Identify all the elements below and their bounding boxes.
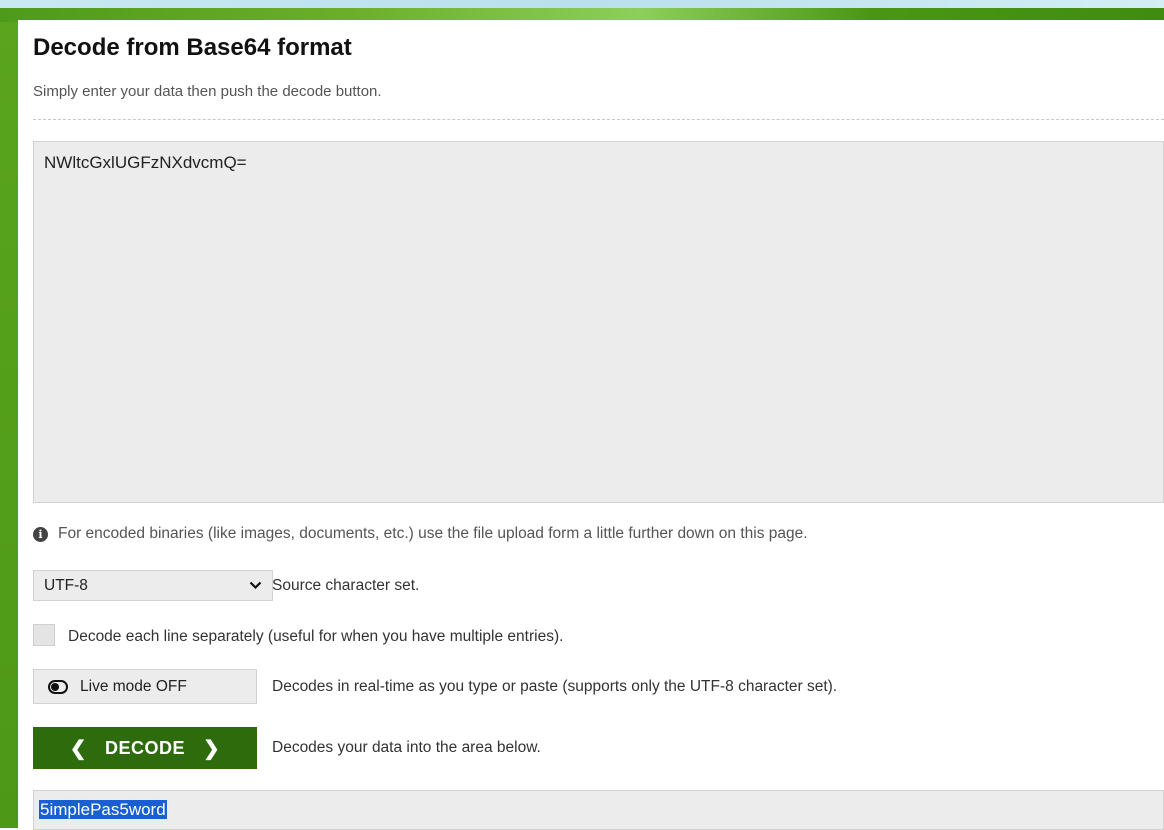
live-mode-description: Decodes in real-time as you type or past… (272, 678, 838, 695)
info-icon: i (33, 526, 48, 542)
charset-select[interactable]: UTF-8 (33, 570, 273, 601)
decoded-output-value: 5implePas5word (39, 800, 167, 819)
decoded-output-textarea[interactable]: 5implePas5word (33, 790, 1164, 830)
live-mode-toggle-button[interactable]: Live mode OFF (33, 669, 257, 704)
info-text: For encoded binaries (like images, docum… (58, 525, 808, 542)
charset-label: Source character set. (272, 577, 420, 594)
chevron-down-icon (248, 579, 262, 593)
top-banner (0, 0, 1164, 22)
live-mode-label: Live mode OFF (80, 677, 187, 695)
info-note: i For encoded binaries (like images, doc… (33, 525, 808, 543)
decode-button-label: DECODE (104, 737, 185, 758)
divider (33, 119, 1164, 120)
charset-selected-value: UTF-8 (44, 576, 88, 594)
decode-button[interactable]: ❮ DECODE ❯ (33, 727, 257, 769)
decode-lines-separately-label: Decode each line separately (useful for … (68, 628, 564, 645)
decode-panel: Decode from Base64 format Simply enter y… (18, 20, 1164, 830)
page-subtitle: Simply enter your data then push the dec… (33, 83, 382, 100)
chevron-left-icon: ❮ (69, 737, 87, 760)
decode-lines-separately-checkbox[interactable] (33, 624, 55, 646)
left-rail (0, 22, 18, 828)
toggle-off-icon (48, 679, 68, 694)
decode-description: Decodes your data into the area below. (272, 739, 541, 756)
base64-input-textarea[interactable]: NWltcGxlUGFzNXdvcmQ= (33, 141, 1164, 503)
chevron-right-icon: ❯ (203, 737, 221, 760)
page-title: Decode from Base64 format (33, 34, 352, 61)
